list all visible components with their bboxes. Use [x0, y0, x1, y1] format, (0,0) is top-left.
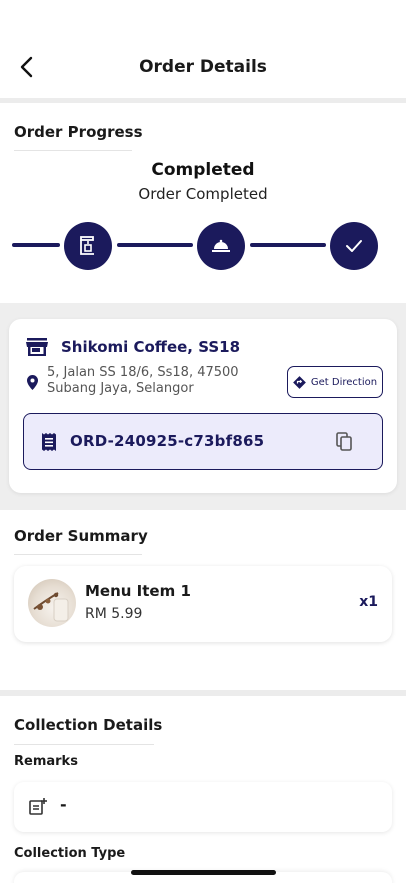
remarks-value: -	[60, 795, 67, 814]
section-underline	[14, 150, 132, 151]
progress-line	[250, 243, 326, 247]
order-progress-title: Order Progress	[14, 123, 143, 141]
item-price: RM 5.99	[85, 606, 143, 622]
remarks-label: Remarks	[14, 754, 78, 769]
coffee-drink-image	[33, 592, 69, 622]
coffee-machine-icon	[80, 236, 94, 255]
order-item-card[interactable]: Menu Item 1 RM 5.99 x1	[14, 566, 392, 642]
item-image	[28, 579, 76, 627]
address-line-1: 5, Jalan SS 18/6, Ss18, 47500	[47, 365, 239, 380]
store-address: 5, Jalan SS 18/6, Ss18, 47500 Subang Jay…	[47, 365, 257, 397]
progress-step-preparing	[64, 222, 112, 270]
order-id: ORD-240925-c73bf865	[70, 432, 265, 450]
header-divider	[0, 98, 406, 103]
remarks-field[interactable]: -	[14, 782, 392, 832]
receipt-icon	[42, 433, 56, 451]
section-divider	[0, 690, 406, 696]
app-header: Order Details	[0, 40, 406, 98]
section-underline	[14, 744, 154, 745]
progress-step-ready	[197, 222, 245, 270]
store-name: Shikomi Coffee, SS18	[61, 338, 241, 356]
get-direction-button[interactable]: Get Direction	[287, 366, 383, 398]
home-indicator[interactable]	[131, 870, 276, 875]
store-icon	[26, 338, 48, 356]
collection-details-title: Collection Details	[14, 716, 163, 734]
food-tray-icon	[212, 239, 230, 252]
address-line-2: Subang Jaya, Selangor	[47, 381, 194, 396]
store-card: Shikomi Coffee, SS18 5, Jalan SS 18/6, S…	[9, 319, 397, 493]
order-summary-title: Order Summary	[14, 527, 148, 545]
item-quantity: x1	[359, 594, 378, 610]
check-icon	[346, 240, 362, 252]
note-add-icon	[29, 798, 47, 815]
get-direction-label: Get Direction	[310, 376, 378, 388]
progress-line	[117, 243, 193, 247]
location-pin-icon	[27, 375, 38, 390]
progress-line	[12, 243, 60, 247]
direction-icon	[293, 375, 306, 389]
order-status-detail: Order Completed	[138, 185, 268, 203]
item-name: Menu Item 1	[85, 582, 191, 600]
order-status: Completed	[151, 160, 255, 180]
page-title: Order Details	[139, 57, 267, 77]
collection-type-label: Collection Type	[14, 846, 126, 861]
progress-tracker	[0, 222, 406, 272]
progress-step-completed	[330, 222, 378, 270]
copy-icon[interactable]	[336, 432, 352, 451]
order-id-box: ORD-240925-c73bf865	[23, 413, 383, 470]
section-underline	[14, 554, 142, 555]
